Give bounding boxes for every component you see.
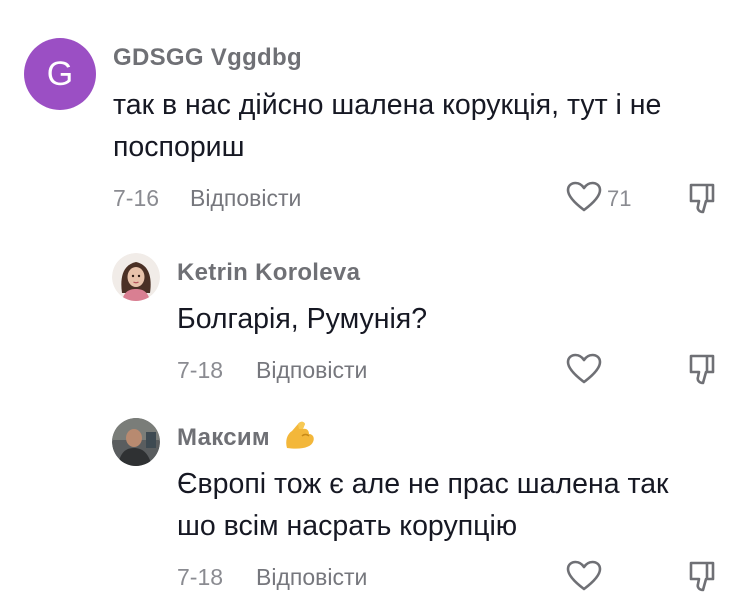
heart-icon[interactable] — [566, 353, 602, 385]
username[interactable]: Максим — [177, 424, 270, 452]
comment-text-line: Болгарія, Румунія? — [177, 303, 428, 335]
reply-button[interactable]: Відповісти — [256, 357, 367, 384]
heart-icon[interactable] — [566, 181, 602, 213]
dislike-icon[interactable] — [686, 353, 718, 387]
avatar-letter: G — [46, 54, 74, 93]
username[interactable]: GDSGG Vggdbg — [113, 44, 302, 72]
comment-date: 7-16 — [113, 185, 160, 211]
avatar[interactable] — [112, 418, 160, 466]
comment-text-line: поспориш — [113, 131, 245, 163]
heart-icon[interactable] — [566, 560, 602, 592]
reply-button[interactable]: Відповісти — [256, 564, 367, 591]
avatar[interactable]: G — [24, 38, 96, 110]
comment-text-line: так в нас дійсно шалена корукція, тут і … — [113, 89, 662, 121]
dislike-icon[interactable] — [686, 560, 718, 594]
comment-date: 7-18 — [177, 357, 224, 383]
reply-button[interactable]: Відповісти — [190, 185, 301, 212]
comment-date: 7-18 — [177, 564, 224, 590]
comment-text: так в нас дійсно шалена корукція, тут і … — [113, 84, 661, 168]
flexed-biceps-icon — [286, 421, 314, 449]
comment-text: Болгарія, Румунія? — [177, 298, 427, 340]
dislike-icon[interactable] — [686, 182, 718, 216]
comment-text-line: шо всім насрать корупцію — [177, 510, 518, 542]
like-count: 71 — [607, 186, 632, 211]
comment-text: Європі тож є але не прас шалена так шо в… — [177, 463, 669, 547]
username[interactable]: Ketrin Koroleva — [177, 259, 360, 287]
comment-text-line: Європі тож є але не прас шалена так — [177, 468, 669, 500]
avatar[interactable] — [112, 253, 160, 301]
